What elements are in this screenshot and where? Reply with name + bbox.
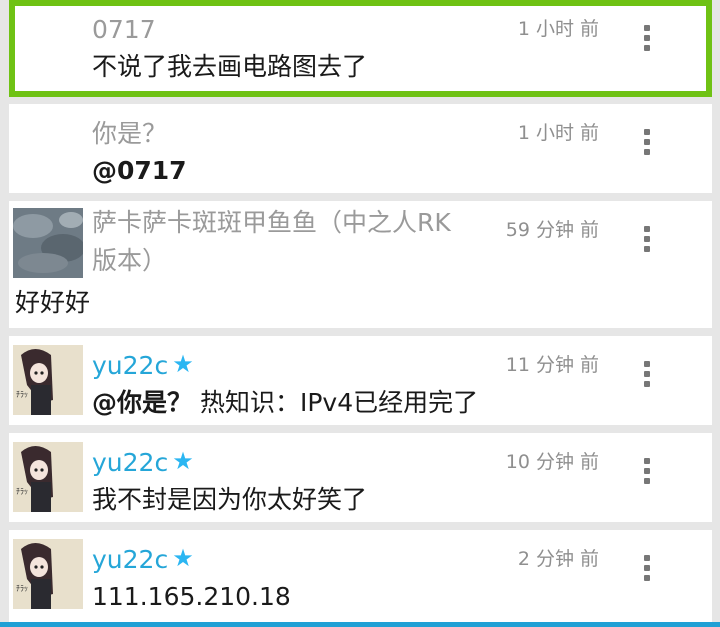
more-vertical-icon[interactable] [643,25,651,55]
comment-card[interactable]: 0717 1 小时 前 不说了我去画电路图去了 [9,0,712,97]
svg-text:ﾁﾗｯ: ﾁﾗｯ [16,584,28,593]
comment-time: 1 小时 前 [517,18,599,40]
avatar[interactable]: ﾁﾗｯ [13,345,83,415]
bottom-accent-bar [0,622,720,627]
comment-card[interactable]: ﾁﾗｯ yu22c ★ 11 分钟 前 @你是？ 热知识：IPv4已经用完了 [9,336,712,425]
star-icon: ★ [172,350,194,378]
mention[interactable]: @你是？ [92,388,192,417]
more-vertical-icon[interactable] [643,226,651,256]
avatar[interactable]: ﾁﾗｯ [13,539,83,609]
comment-author[interactable]: yu22c ★ [92,544,194,576]
comment-time: 10 分钟 前 [505,451,599,473]
username[interactable]: yu22c [92,545,168,574]
comment-card[interactable]: 萨卡萨卡斑斑甲鱼鱼（中之人RK版本） 59 分钟 前 好好好 [9,201,712,328]
comment-text: @你是？ 热知识：IPv4已经用完了 [92,387,478,419]
comment-text: 我不封是因为你太好笑了 [92,485,368,514]
username[interactable]: yu22c [92,448,168,477]
comment-feed: 0717 1 小时 前 不说了我去画电路图去了 你是？ 1 小时 前 @0717… [0,0,720,627]
svg-text:ﾁﾗｯ: ﾁﾗｯ [16,390,28,399]
star-icon: ★ [172,544,194,572]
avatar[interactable]: ﾁﾗｯ [13,442,83,512]
more-vertical-icon[interactable] [643,458,651,488]
more-vertical-icon[interactable] [643,555,651,585]
svg-text:ﾁﾗｯ: ﾁﾗｯ [16,487,28,496]
comment-time: 59 分钟 前 [505,219,599,241]
comment-text: 不说了我去画电路图去了 [92,52,368,81]
comment-card[interactable]: ﾁﾗｯ yu22c ★ 10 分钟 前 我不封是因为你太好笑了 [9,433,712,522]
username[interactable]: yu22c [92,351,168,380]
comment-card[interactable]: 你是？ 1 小时 前 @0717 [9,104,712,193]
more-vertical-icon[interactable] [643,361,651,391]
comment-card[interactable]: ﾁﾗｯ yu22c ★ 2 分钟 前 111.165.210.18 [9,530,712,622]
star-icon: ★ [172,447,194,475]
more-vertical-icon[interactable] [643,129,651,159]
comment-time: 11 分钟 前 [505,354,599,376]
comment-body: 热知识：IPv4已经用完了 [192,388,479,417]
comment-time: 1 小时 前 [517,122,599,144]
comment-author[interactable]: yu22c ★ [92,350,194,382]
comment-author[interactable]: yu22c ★ [92,447,194,479]
comment-text: @0717 [92,156,187,185]
comment-time: 2 分钟 前 [517,548,599,570]
comment-author[interactable]: 0717 [92,14,156,46]
avatar[interactable] [13,208,83,278]
comment-text: 111.165.210.18 [92,582,291,611]
comment-text: 好好好 [15,288,91,317]
comment-author[interactable]: 你是？ [92,118,167,150]
comment-author[interactable]: 萨卡萨卡斑斑甲鱼鱼（中之人RK版本） [92,204,472,280]
